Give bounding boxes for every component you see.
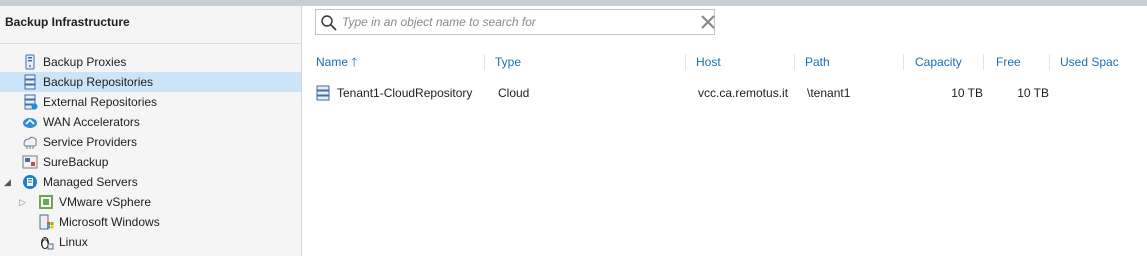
- cell-name: Tenant1-CloudRepository: [337, 86, 473, 100]
- column-header-capacity[interactable]: Capacity: [915, 50, 981, 74]
- pane-title: Backup Infrastructure: [0, 6, 301, 44]
- windows-server-icon: [39, 214, 54, 230]
- tree-item-vmware-vsphere[interactable]: ▷ VMware vSphere: [0, 192, 301, 212]
- search-box: [315, 9, 715, 35]
- tree-item-backup-proxies[interactable]: Backup Proxies: [0, 52, 301, 72]
- tree-item-backup-repositories[interactable]: Backup Repositories: [0, 72, 301, 92]
- column-header-path[interactable]: Path: [805, 50, 895, 74]
- search-input[interactable]: [342, 13, 682, 31]
- column-separator[interactable]: [903, 54, 904, 70]
- content-pane: Name🡑 Type Host Path Capacity Free Used …: [303, 6, 1147, 256]
- service-provider-icon: [23, 136, 37, 149]
- external-repository-icon: [24, 94, 38, 110]
- backup-proxy-icon: [25, 54, 35, 70]
- cell-type: Cloud: [498, 86, 530, 100]
- tree-item-service-providers[interactable]: Service Providers: [0, 132, 301, 152]
- search-icon: [321, 15, 337, 31]
- column-separator[interactable]: [1049, 54, 1050, 70]
- tree-item-microsoft-windows[interactable]: Microsoft Windows: [0, 212, 301, 232]
- tree-item-label: SureBackup: [43, 155, 109, 169]
- wan-accelerator-icon: [23, 118, 37, 128]
- column-separator[interactable]: [685, 54, 686, 70]
- cell-path: \tenant1: [807, 86, 851, 100]
- tree-item-label: External Repositories: [43, 95, 158, 109]
- surebackup-icon: [22, 155, 38, 169]
- vmware-icon: [39, 195, 53, 209]
- tree-item-surebackup[interactable]: SureBackup: [0, 152, 301, 172]
- column-separator[interactable]: [983, 54, 984, 70]
- tree-item-external-repositories[interactable]: External Repositories: [0, 92, 301, 112]
- column-separator[interactable]: [484, 54, 485, 70]
- clear-search-icon[interactable]: [700, 14, 716, 30]
- tree-item-label: Managed Servers: [43, 175, 138, 189]
- tree-item-label: VMware vSphere: [59, 195, 152, 209]
- column-header-label: Name: [316, 55, 349, 69]
- cell-capacity: 10 TB: [951, 86, 983, 100]
- navigation-pane: Backup Infrastructure Backup Proxies Bac…: [0, 6, 302, 256]
- table-row[interactable]: Tenant1-CloudRepository Cloud vcc.ca.rem…: [303, 82, 1147, 104]
- managed-servers-icon: [23, 175, 37, 189]
- tree-item-label: Backup Proxies: [43, 55, 127, 69]
- tree-item-label: Service Providers: [43, 135, 138, 149]
- tree-item-managed-servers[interactable]: ◢ Managed Servers: [0, 172, 301, 192]
- linux-icon: [41, 237, 54, 250]
- backup-repository-icon: [24, 74, 36, 90]
- cell-host: vcc.ca.remotus.it: [698, 86, 789, 100]
- column-separator[interactable]: [794, 54, 795, 70]
- grid-header: Name 🡑 Type Host Path Capacity Free Used …: [303, 50, 1147, 74]
- tree-item-label: Linux: [59, 235, 88, 249]
- column-header-type[interactable]: Type: [495, 50, 675, 74]
- tree-item-label: WAN Accelerators: [43, 115, 140, 129]
- infrastructure-tree: Backup Proxies Backup Repositories Exter…: [0, 52, 301, 252]
- cell-free: 10 TB: [1017, 86, 1049, 100]
- tree-item-wan-accelerators[interactable]: WAN Accelerators: [0, 112, 301, 132]
- column-header-free[interactable]: Free: [996, 50, 1046, 74]
- column-header-name[interactable]: Name 🡑: [316, 50, 476, 74]
- collapse-arrow-icon[interactable]: ◢: [4, 172, 11, 192]
- tree-item-label: Microsoft Windows: [59, 215, 160, 229]
- expand-arrow-icon[interactable]: ▷: [19, 192, 26, 212]
- tree-item-linux[interactable]: Linux: [0, 232, 301, 252]
- cloud-repository-icon: [316, 85, 330, 101]
- column-header-host[interactable]: Host: [696, 50, 791, 74]
- sort-ascending-icon: 🡑: [351, 55, 358, 69]
- column-header-used-space[interactable]: Used Spac: [1060, 50, 1147, 74]
- tree-item-label: Backup Repositories: [43, 75, 154, 89]
